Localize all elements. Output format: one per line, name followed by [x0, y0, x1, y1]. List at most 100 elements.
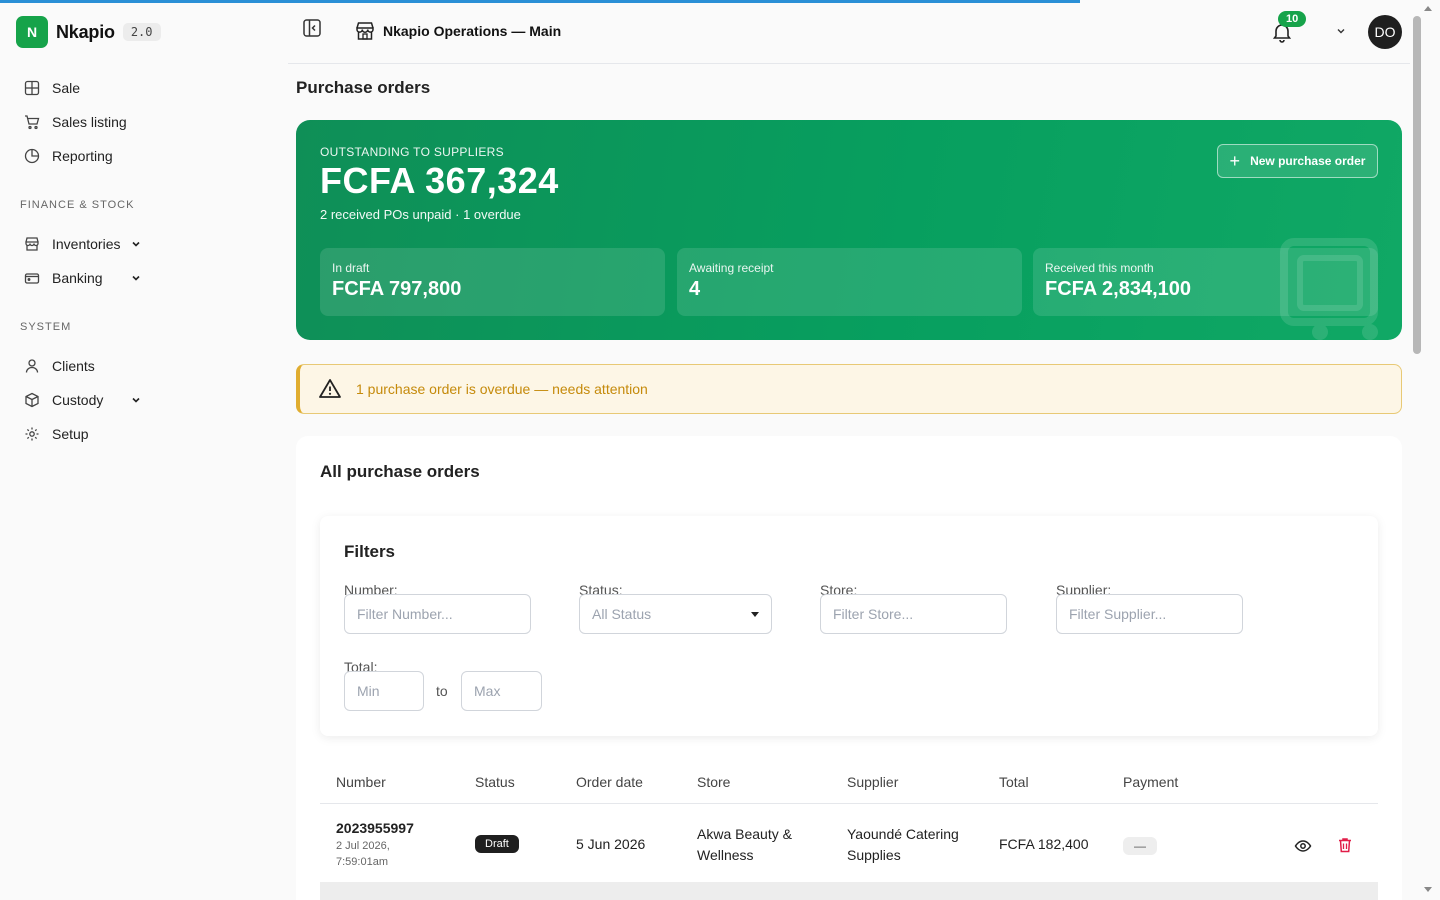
store-selector[interactable]: Nkapio Operations — Main [354, 20, 561, 42]
notification-badge: 10 [1278, 11, 1307, 27]
store-cell: Akwa Beauty & Wellness [697, 826, 792, 863]
brand[interactable]: N Nkapio 2.0 [16, 16, 161, 48]
plus-icon: + [1229, 151, 1241, 171]
sidebar-item-reporting[interactable]: Reporting [24, 144, 148, 168]
sidebar-item-label: Custody [52, 392, 104, 408]
new-purchase-order-label: New purchase order [1250, 154, 1366, 168]
po-created-date: 2 Jul 2026, [336, 840, 390, 852]
number-filter-input[interactable] [344, 594, 531, 634]
stat-label: Received this month [1045, 261, 1154, 275]
page-title: Purchase orders [296, 78, 431, 97]
payment-status-pill: — [1123, 837, 1157, 855]
outstanding-label: OUTSTANDING TO SUPPLIERS [320, 145, 504, 159]
version-badge: 2.0 [122, 23, 161, 41]
overdue-alert: 1 purchase order is overdue — needs atte… [296, 364, 1402, 414]
scroll-thumb[interactable] [1413, 16, 1421, 354]
brand-name: Nkapio [56, 21, 115, 42]
sidebar-item-sales-listing[interactable]: Sales listing [24, 110, 148, 134]
total-min-input[interactable] [344, 671, 424, 711]
wallet-icon [24, 270, 40, 286]
chevron-down-icon [132, 275, 140, 281]
stat-card-in-draft: In draft FCFA 797,800 [320, 248, 665, 316]
sidebar-item-inventories[interactable]: Inventories [24, 232, 142, 256]
stat-card-awaiting-receipt: Awaiting receipt 4 [677, 248, 1022, 316]
sidebar-item-label: Sales listing [52, 114, 127, 130]
sidebar-item-label: Clients [52, 358, 95, 374]
gear-icon [24, 426, 40, 442]
total-range-separator: to [436, 683, 448, 699]
sidebar-item-sale[interactable]: Sale [24, 76, 148, 100]
sidebar-item-label: Reporting [52, 148, 113, 164]
user-icon [24, 358, 40, 374]
sidebar-item-label: Inventories [52, 236, 121, 252]
view-eye-icon[interactable] [1294, 837, 1312, 855]
total-cell: FCFA 182,400 [999, 836, 1089, 852]
section-system: SYSTEM [20, 321, 72, 333]
new-purchase-order-button[interactable]: + New purchase order [1217, 144, 1378, 178]
top-header: Nkapio Operations — Main 10 DO [288, 0, 1410, 64]
column-header-total[interactable]: Total [999, 774, 1029, 790]
section-finance-stock: FINANCE & STOCK [20, 199, 135, 211]
column-header-store[interactable]: Store [697, 774, 730, 790]
brand-logo: N [16, 16, 48, 48]
store-filter-input[interactable] [820, 594, 1007, 634]
po-number-cell: 2023955997 2 Jul 2026, 7:59:01am [336, 820, 416, 870]
page-load-progress [0, 0, 1080, 3]
sidebar-item-setup[interactable]: Setup [24, 422, 148, 446]
sidebar-item-clients[interactable]: Clients [24, 354, 148, 378]
storefront-icon [356, 22, 374, 40]
po-number[interactable]: 2023955997 [336, 820, 416, 836]
chevron-down-icon [132, 397, 140, 403]
pie-chart-icon [24, 148, 40, 164]
alert-message[interactable]: 1 purchase order is overdue — needs atte… [356, 381, 648, 397]
outstanding-amount: FCFA 367,324 [320, 160, 559, 201]
list-title: All purchase orders [320, 462, 480, 481]
table-row[interactable] [320, 882, 1378, 900]
status-filter-value: All Status [592, 606, 652, 622]
outstanding-subtitle: 2 received POs unpaid · 1 overdue [320, 207, 521, 222]
stat-value: FCFA 2,834,100 [1045, 278, 1192, 300]
scroll-up-arrow-icon[interactable] [1424, 6, 1432, 11]
stat-value: 4 [689, 278, 701, 300]
column-header-supplier[interactable]: Supplier [847, 774, 898, 790]
box-icon [24, 392, 40, 408]
stat-value: FCFA 797,800 [332, 278, 462, 300]
supplier-cell: Yaoundé Catering Supplies [847, 826, 959, 863]
store-icon [24, 236, 40, 252]
store-name: Nkapio Operations — Main [383, 23, 562, 39]
page-scrollbar[interactable] [1410, 0, 1440, 900]
stat-label: Awaiting receipt [689, 261, 774, 275]
sidebar-toggle-icon[interactable] [302, 18, 322, 38]
sidebar-item-label: Setup [52, 426, 89, 442]
truck-watermark-icon [1280, 238, 1378, 340]
filters-card: Filters Number: Status: All Status Store… [320, 516, 1378, 736]
column-header-payment[interactable]: Payment [1123, 774, 1178, 790]
po-created-at: 2 Jul 2026, 7:59:01am [336, 838, 416, 870]
sidebar-item-banking[interactable]: Banking [24, 266, 142, 290]
filters-title: Filters [344, 542, 396, 561]
column-header-number[interactable]: Number [336, 774, 386, 790]
avatar[interactable]: DO [1368, 15, 1402, 49]
sidebar-item-custody[interactable]: Custody [24, 388, 142, 412]
column-header-order-date[interactable]: Order date [576, 774, 643, 790]
scroll-down-arrow-icon[interactable] [1424, 887, 1432, 892]
sidebar-item-label: Sale [52, 80, 81, 96]
cart-icon [24, 114, 40, 130]
pos-grid-icon [24, 80, 40, 96]
status-filter-select[interactable]: All Status [579, 594, 772, 634]
sidebar: N Nkapio 2.0 Sale Sales listing Reportin… [0, 0, 288, 900]
table-header: Number Status Order date Store Supplier … [320, 758, 1378, 804]
caret-down-icon [751, 611, 759, 617]
status-badge: Draft [475, 835, 519, 853]
sidebar-item-label: Banking [52, 270, 103, 286]
purchase-orders-panel: All purchase orders Filters Number: Stat… [296, 436, 1402, 900]
column-header-status[interactable]: Status [475, 774, 515, 790]
table-row[interactable]: 2023955997 2 Jul 2026, 7:59:01am Draft 5… [320, 806, 1378, 882]
po-created-time: 7:59:01am [336, 856, 388, 868]
order-date-cell: 5 Jun 2026 [576, 836, 646, 852]
delete-trash-icon[interactable] [1336, 836, 1354, 854]
total-max-input[interactable] [461, 671, 542, 711]
warning-triangle-icon [319, 379, 341, 398]
supplier-filter-input[interactable] [1056, 594, 1243, 634]
chevron-down-icon[interactable] [1336, 26, 1346, 36]
